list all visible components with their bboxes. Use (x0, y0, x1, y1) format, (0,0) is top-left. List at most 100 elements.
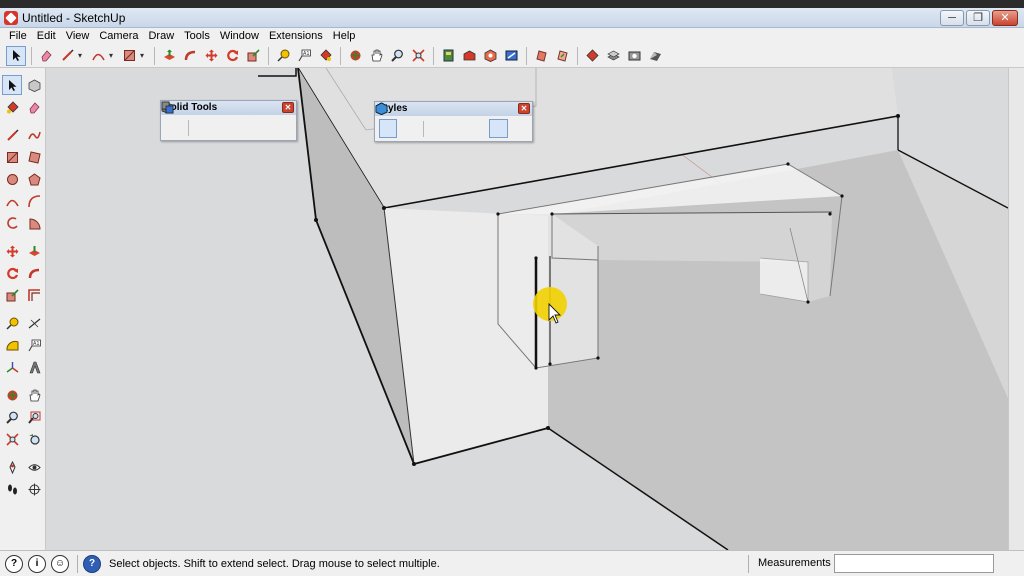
menu-view[interactable]: View (61, 30, 95, 42)
wireframe-button[interactable] (375, 102, 447, 138)
left-select-tool[interactable] (2, 75, 22, 95)
close-button[interactable]: ✕ (992, 10, 1018, 26)
orbit-tool-button[interactable] (345, 46, 365, 66)
geo-location-icon[interactable]: ? (5, 554, 23, 573)
solid-tools-close-icon[interactable]: ✕ (282, 102, 294, 113)
zoom-extents-tool-button[interactable] (408, 46, 428, 66)
shadows-button[interactable] (645, 46, 665, 66)
line-dropdown-arrow-icon[interactable]: ▾ (78, 51, 85, 60)
x-ray-button[interactable] (375, 102, 398, 138)
push-pull-tool-button[interactable] (159, 46, 179, 66)
union-button[interactable] (161, 101, 232, 137)
left-zoom-extents-tool[interactable] (2, 429, 22, 449)
rotate-tool-button[interactable] (222, 46, 242, 66)
credits-icon[interactable]: i (28, 554, 46, 573)
menu-extensions[interactable]: Extensions (264, 30, 328, 42)
left-push-pull-tool[interactable] (24, 241, 44, 261)
left-arc-tool[interactable] (2, 191, 22, 211)
left-protractor-tool[interactable] (2, 335, 22, 355)
monochrome-button[interactable] (375, 102, 528, 138)
layers-button[interactable] (603, 46, 623, 66)
trim-button[interactable] (161, 101, 272, 137)
left-circle-tool[interactable] (2, 169, 22, 189)
components-button[interactable] (480, 46, 500, 66)
left-pie-tool[interactable] (24, 213, 44, 233)
select-tool-button[interactable] (6, 45, 26, 66)
left-make-component-tool[interactable] (24, 75, 44, 95)
left-offset-tool[interactable] (24, 285, 44, 305)
split-button[interactable] (161, 101, 292, 137)
help-icon[interactable]: ? (83, 554, 101, 573)
left-pan-tool[interactable] (24, 385, 44, 405)
left-move-tool[interactable] (2, 241, 22, 261)
menu-edit[interactable]: Edit (32, 30, 61, 42)
text-tool-button[interactable]: A1 (294, 46, 314, 66)
shaded-button[interactable] (375, 102, 487, 138)
follow-me-tool-button[interactable] (180, 46, 200, 66)
styles-panel-title[interactable]: Styles ✕ (375, 102, 532, 116)
left-zoom-window-tool[interactable] (24, 407, 44, 427)
move-tool-button[interactable] (201, 46, 221, 66)
send-to-layout-button[interactable] (501, 46, 521, 66)
back-edges-button[interactable] (375, 102, 417, 138)
arc-tool-button[interactable] (88, 46, 108, 66)
left-3d-text-tool[interactable] (24, 357, 44, 377)
left-position-camera-tool[interactable] (2, 457, 22, 477)
shaded-with-textures-button[interactable] (375, 102, 508, 138)
left-eraser-tool[interactable] (24, 97, 44, 117)
eraser-tool-button[interactable] (36, 46, 56, 66)
subtract-button[interactable] (161, 101, 252, 137)
scale-tool-button[interactable] (243, 46, 263, 66)
left-arc-3-tool[interactable] (2, 213, 22, 233)
menu-draw[interactable]: Draw (143, 30, 179, 42)
left-scale-tool[interactable] (2, 285, 22, 305)
left-arc-2-tool[interactable] (24, 191, 44, 211)
scenes-button[interactable] (624, 46, 644, 66)
user-account-icon[interactable]: ☺ (51, 554, 69, 573)
left-walk-tool[interactable] (2, 479, 22, 499)
left-rectangle-tool[interactable] (2, 147, 22, 167)
left-paint-bucket-tool[interactable] (2, 97, 22, 117)
maximize-button[interactable]: ❐ (966, 10, 990, 26)
left-polygon-tool[interactable] (24, 169, 44, 189)
left-zoom-tool[interactable] (2, 407, 22, 427)
line-tool-button[interactable] (57, 46, 77, 66)
hidden-line-button[interactable] (375, 102, 467, 138)
left-rotate-tool[interactable] (2, 263, 22, 283)
left-freehand-tool[interactable] (24, 125, 44, 145)
menu-tools[interactable]: Tools (179, 30, 215, 42)
left-orbit-tool[interactable] (2, 385, 22, 405)
left-axes-tool[interactable] (2, 357, 22, 377)
left-line-tool[interactable] (2, 125, 22, 145)
left-dimension-tool[interactable] (24, 313, 44, 333)
rectangle-tool-button[interactable] (119, 46, 139, 66)
left-section-plane-tool[interactable] (24, 479, 44, 499)
arc-dropdown-arrow-icon[interactable]: ▾ (109, 51, 116, 60)
warehouse-button[interactable] (438, 46, 458, 66)
left-rotated-rectangle-tool[interactable] (24, 147, 44, 167)
outliner-button[interactable] (582, 46, 602, 66)
menu-help[interactable]: Help (328, 30, 361, 42)
tape-measure-tool-button[interactable] (273, 46, 293, 66)
menu-window[interactable]: Window (215, 30, 264, 42)
intersect-button[interactable] (161, 101, 212, 137)
extension-warehouse-button[interactable] (459, 46, 479, 66)
left-text-tool[interactable]: A1 (24, 335, 44, 355)
paint-bucket-tool-button[interactable] (315, 46, 335, 66)
menu-file[interactable]: File (4, 30, 32, 42)
shapes-dropdown-arrow-icon[interactable]: ▾ (140, 51, 147, 60)
left-follow-me-tool[interactable] (24, 263, 44, 283)
menu-camera[interactable]: Camera (94, 30, 143, 42)
drawing-viewport[interactable]: Solid Tools ✕ Styles ✕ (46, 68, 1008, 550)
outer-shell-button[interactable] (161, 102, 183, 137)
section-display-button[interactable] (552, 46, 572, 66)
styles-close-icon[interactable]: ✕ (518, 103, 530, 114)
left-look-around-tool[interactable] (24, 457, 44, 477)
left-previous-view-tool[interactable] (24, 429, 44, 449)
left-tape-measure-tool[interactable] (2, 313, 22, 333)
section-plane-button[interactable] (531, 46, 551, 66)
pan-tool-button[interactable] (366, 46, 386, 66)
zoom-tool-button[interactable] (387, 46, 407, 66)
measurements-input[interactable] (834, 554, 994, 573)
solid-tools-panel-title[interactable]: Solid Tools ✕ (161, 101, 296, 115)
